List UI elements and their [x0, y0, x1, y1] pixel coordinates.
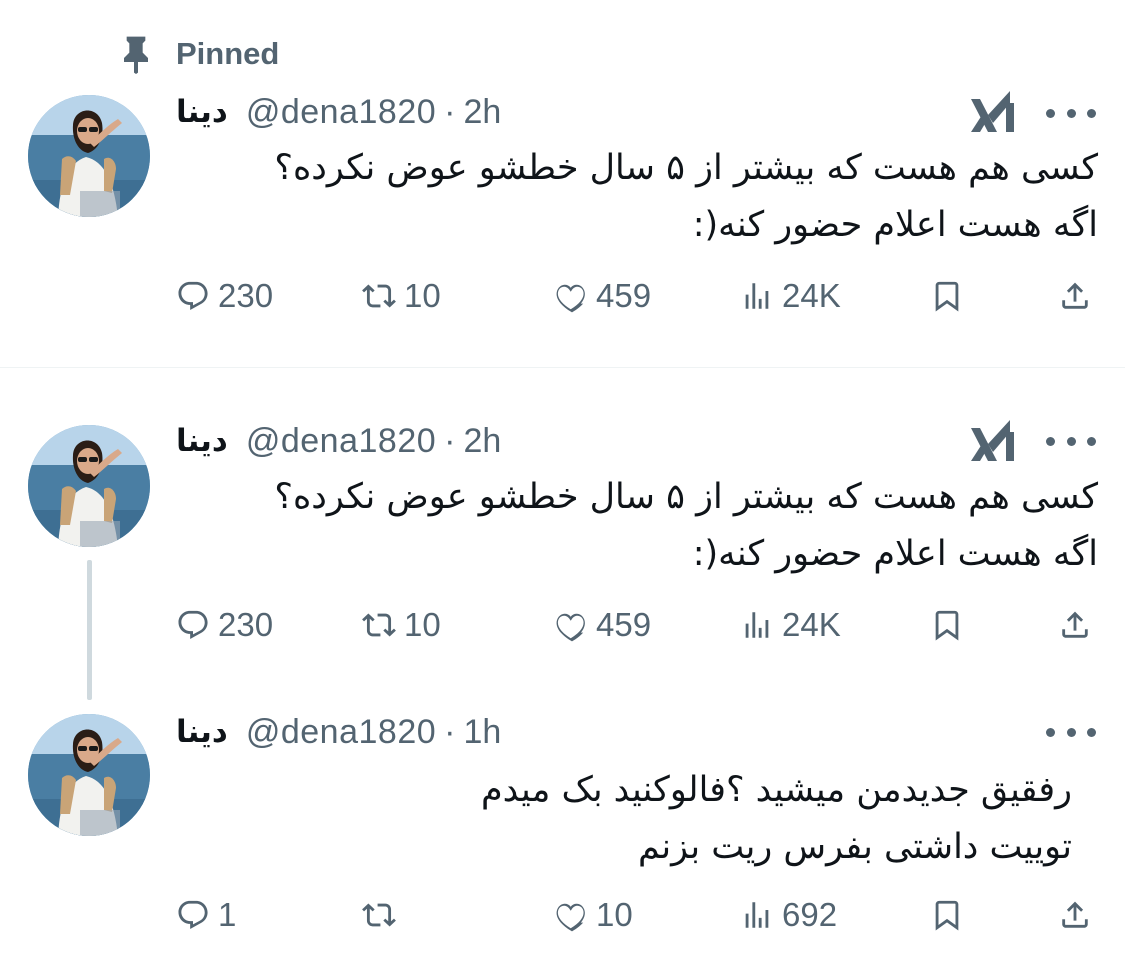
views-count: 24K	[782, 606, 841, 643]
author-handle[interactable]: @dena1820	[246, 713, 436, 752]
tweet-text-line: توییت داشتی بفرس ریت بزنم	[638, 827, 1072, 867]
views-count: 692	[782, 896, 838, 933]
like-count: 459	[596, 606, 652, 643]
tweet-header: دینا @dena1820 · 2h	[176, 90, 501, 134]
avatar-image	[28, 714, 150, 836]
retweet-count: 10	[404, 277, 441, 314]
author-handle[interactable]: @dena1820	[246, 93, 436, 132]
reply-button[interactable]: 230	[176, 600, 273, 650]
reply-icon	[176, 608, 210, 642]
like-button[interactable]: 459	[554, 271, 651, 321]
bookmark-button[interactable]	[930, 271, 964, 321]
like-button[interactable]: 459	[554, 600, 651, 650]
retweet-button[interactable]: 10	[362, 600, 441, 650]
reply-button[interactable]: 230	[176, 271, 273, 321]
tweet-time[interactable]: 2h	[463, 422, 501, 461]
share-icon	[1058, 279, 1092, 313]
tweet-text-line: کسی هم هست که بیشتر از ۵ سال خطشو عوض نک…	[274, 148, 1098, 188]
like-icon	[554, 279, 588, 313]
avatar[interactable]	[28, 425, 150, 547]
bookmark-button[interactable]	[930, 890, 964, 940]
thread-connector	[87, 560, 92, 700]
tweet-header: دینا @dena1820 · 1h	[176, 710, 501, 754]
avatar-image	[28, 425, 150, 547]
tweet-header: دینا @dena1820 · 2h	[176, 419, 501, 463]
tweet-actions: 1 10 692	[0, 890, 1125, 940]
share-icon	[1058, 608, 1092, 642]
reply-count: 1	[218, 896, 237, 933]
tweet[interactable]: دینا @dena1820 · 2h کسی هم هست که بیشتر …	[0, 368, 1125, 698]
share-button[interactable]	[1058, 600, 1092, 650]
avatar[interactable]	[28, 95, 150, 217]
views-button[interactable]: 692	[740, 890, 837, 940]
bookmark-icon	[930, 898, 964, 932]
reply-count: 230	[218, 277, 274, 314]
tweet-reply[interactable]: دینا @dena1820 · 1h رفقیق جدیدمن میشید ؟…	[0, 698, 1125, 961]
author-name[interactable]: دینا	[176, 94, 228, 130]
separator-dot: ·	[444, 92, 456, 131]
retweet-button[interactable]: 10	[362, 271, 441, 321]
retweet-icon	[362, 608, 396, 642]
tweet-actions: 230 10 459 24K	[0, 600, 1125, 650]
reply-icon	[176, 898, 210, 932]
views-count: 24K	[782, 277, 841, 314]
more-icon[interactable]	[1046, 722, 1096, 742]
bookmark-button[interactable]	[930, 600, 964, 650]
tweet-pinned[interactable]: دینا @dena1820 · 2h کسی هم هست که بیشتر …	[0, 0, 1125, 367]
author-name[interactable]: دینا	[176, 423, 228, 459]
bookmark-icon	[930, 279, 964, 313]
retweet-icon	[362, 898, 396, 932]
retweet-button[interactable]	[362, 890, 404, 940]
views-button[interactable]: 24K	[740, 271, 841, 321]
tweet-time[interactable]: 1h	[463, 713, 501, 752]
tweet-text: کسی هم هست که بیشتر از ۵ سال خطشو عوض نک…	[176, 469, 1098, 583]
author-handle[interactable]: @dena1820	[246, 422, 436, 461]
tweet-text-line: رفقیق جدیدمن میشید ؟فالوکنید بک میدم	[481, 770, 1072, 810]
views-icon	[740, 898, 774, 932]
reply-icon	[176, 279, 210, 313]
views-button[interactable]: 24K	[740, 600, 841, 650]
share-button[interactable]	[1058, 890, 1092, 940]
tweet-time[interactable]: 2h	[463, 93, 501, 132]
reply-button[interactable]: 1	[176, 890, 236, 940]
tweet-text: رفقیق جدیدمن میشید ؟فالوکنید بک میدم توی…	[176, 762, 1072, 876]
tweet-text-line: کسی هم هست که بیشتر از ۵ سال خطشو عوض نک…	[274, 477, 1098, 517]
share-button[interactable]	[1058, 271, 1092, 321]
tweet-text-line: اگه هست اعلام حضور کنه(:	[692, 205, 1098, 245]
reply-count: 230	[218, 606, 274, 643]
views-icon	[740, 279, 774, 313]
separator-dot: ·	[444, 421, 456, 460]
separator-dot: ·	[444, 712, 456, 751]
like-icon	[554, 898, 588, 932]
grok-icon[interactable]	[966, 414, 1022, 470]
tweet-text-line: اگه هست اعلام حضور کنه(:	[692, 534, 1098, 574]
share-icon	[1058, 898, 1092, 932]
bookmark-icon	[930, 608, 964, 642]
views-icon	[740, 608, 774, 642]
tweet-text: کسی هم هست که بیشتر از ۵ سال خطشو عوض نک…	[176, 140, 1098, 254]
like-icon	[554, 608, 588, 642]
retweet-icon	[362, 279, 396, 313]
tweet-actions: 230 10 459 24K	[0, 271, 1125, 321]
more-icon[interactable]	[1046, 431, 1096, 451]
retweet-count: 10	[404, 606, 441, 643]
grok-icon[interactable]	[966, 85, 1022, 141]
author-name[interactable]: دینا	[176, 714, 228, 750]
like-count: 459	[596, 277, 652, 314]
more-icon[interactable]	[1046, 103, 1096, 123]
like-count: 10	[596, 896, 633, 933]
avatar[interactable]	[28, 714, 150, 836]
like-button[interactable]: 10	[554, 890, 633, 940]
avatar-image	[28, 95, 150, 217]
